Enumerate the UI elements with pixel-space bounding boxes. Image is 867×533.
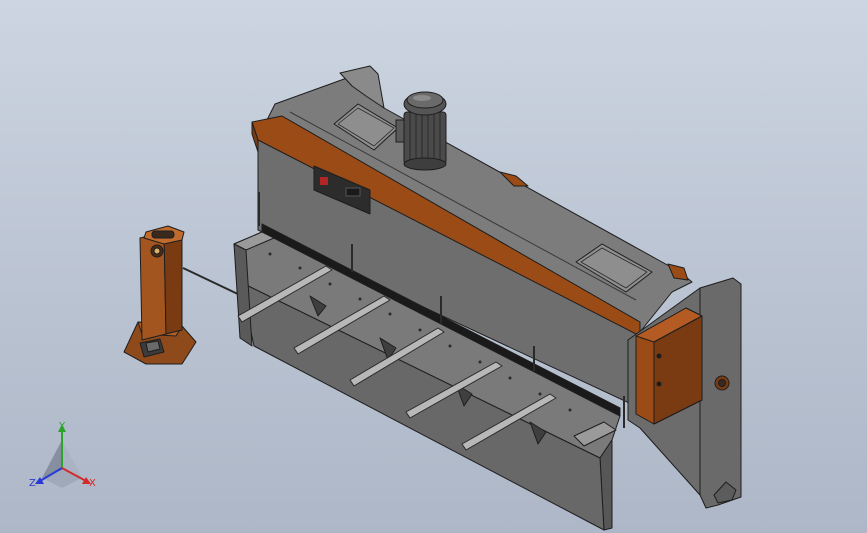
view-triad[interactable]: Y X Z: [29, 421, 96, 489]
right-side-frame: [699, 277, 742, 509]
shearing-machine[interactable]: [233, 65, 742, 531]
z-axis-label: Z: [29, 478, 36, 489]
y-axis-label: Y: [58, 421, 66, 432]
cabinet-lock: [656, 353, 662, 359]
pedal-cable: [182, 267, 243, 297]
x-axis-label: X: [89, 478, 96, 489]
motor[interactable]: [395, 91, 447, 171]
foot-pedal-stand[interactable]: [123, 225, 243, 365]
control-display: [345, 187, 361, 197]
cad-viewport[interactable]: Y X Z: [0, 0, 867, 533]
control-button-red[interactable]: [320, 177, 328, 185]
